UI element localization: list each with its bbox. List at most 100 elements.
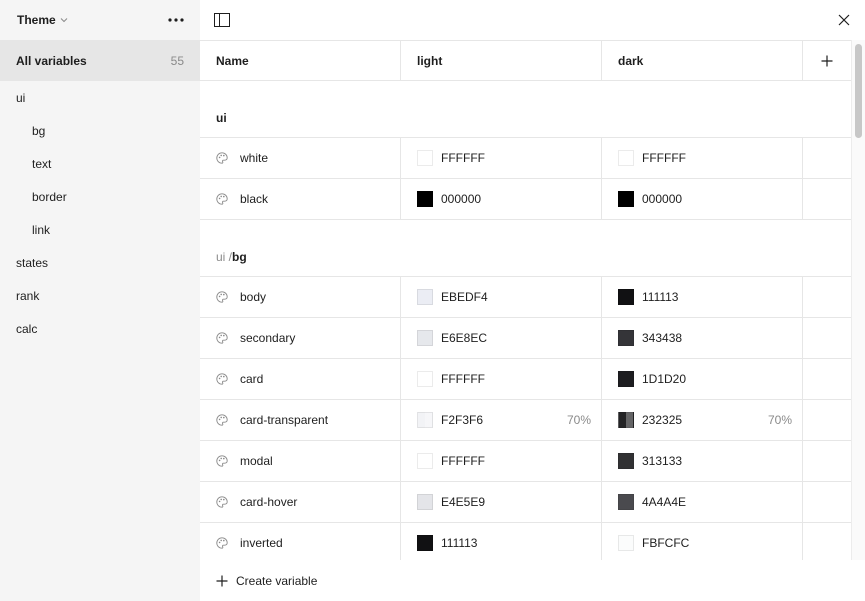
color-swatch[interactable] [618, 191, 634, 207]
create-variable-label: Create variable [236, 573, 318, 588]
color-swatch[interactable] [618, 494, 634, 510]
value-cell-dark[interactable]: 343438 [602, 318, 803, 358]
sidebar-item-calc[interactable]: calc [0, 312, 200, 345]
create-variable-button[interactable]: Create variable [216, 574, 317, 588]
scrollbar[interactable] [851, 40, 865, 560]
sidebar-item-label: rank [16, 288, 40, 303]
column-header-name[interactable]: Name [200, 41, 401, 80]
value-cell-light[interactable]: E4E5E9 [401, 482, 602, 522]
palette-icon [216, 291, 228, 303]
plus-icon [216, 575, 228, 586]
value-cell-dark[interactable]: FBFCFC [602, 523, 803, 560]
column-header-dark[interactable]: dark [602, 41, 803, 80]
table-row[interactable]: inverted 111113 FBFCFC [200, 523, 851, 560]
value-cell-light[interactable]: 000000 [401, 179, 602, 219]
sidebar-item-ui[interactable]: ui [0, 81, 200, 114]
palette-icon [216, 332, 228, 344]
hex-value: 343438 [642, 331, 683, 345]
table-row[interactable]: card-hover E4E5E9 4A4A4E [200, 482, 851, 523]
table-row[interactable]: modal FFFFFF 313133 [200, 441, 851, 482]
value-cell-light[interactable]: E6E8EC [401, 318, 602, 358]
name-cell[interactable]: card [200, 359, 401, 399]
value-cell-light[interactable]: 111113 [401, 523, 602, 560]
sidebar-item-label: states [16, 255, 49, 270]
color-swatch[interactable] [618, 330, 634, 346]
color-swatch[interactable] [417, 453, 433, 469]
sidebar-item-rank[interactable]: rank [0, 279, 200, 312]
value-cell-dark[interactable]: 4A4A4E [602, 482, 803, 522]
value-cell-dark[interactable]: 111113 [602, 277, 803, 317]
empty-cell [803, 277, 851, 317]
name-cell[interactable]: secondary [200, 318, 401, 358]
color-swatch[interactable] [417, 330, 433, 346]
palette-icon [216, 496, 228, 508]
name-cell[interactable]: inverted [200, 523, 401, 560]
scrollbar-thumb[interactable] [855, 44, 862, 138]
sidebar-item-states[interactable]: states [0, 246, 200, 279]
color-swatch[interactable] [417, 535, 433, 551]
table-row[interactable]: card FFFFFF 1D1D20 [200, 359, 851, 400]
hex-value: 313133 [642, 454, 683, 468]
value-cell-dark[interactable]: 1D1D20 [602, 359, 803, 399]
color-swatch[interactable] [618, 535, 634, 551]
color-swatch[interactable] [417, 191, 433, 207]
color-swatch[interactable] [417, 371, 433, 387]
name-cell[interactable]: white [200, 138, 401, 178]
sidebar-item-border[interactable]: border [0, 180, 200, 213]
value-cell-light[interactable]: F2F3F6 70% [401, 400, 602, 440]
table-row[interactable]: card-transparent F2F3F6 70% 232325 70% [200, 400, 851, 441]
table-row[interactable]: black 000000 000000 [200, 179, 851, 220]
name-cell[interactable]: modal [200, 441, 401, 481]
table-row[interactable]: secondary E6E8EC 343438 [200, 318, 851, 359]
palette-icon [216, 193, 228, 205]
color-swatch[interactable] [417, 289, 433, 305]
hex-value: 000000 [642, 192, 683, 206]
color-swatch[interactable] [417, 412, 433, 428]
value-cell-light[interactable]: FFFFFF [401, 138, 602, 178]
color-swatch[interactable] [417, 150, 433, 166]
name-cell[interactable]: card-hover [200, 482, 401, 522]
alpha-value: 70% [566, 413, 591, 427]
palette-icon [216, 373, 228, 385]
variable-name: black [240, 192, 269, 206]
all-variables-label: All variables [16, 53, 87, 68]
color-swatch[interactable] [618, 453, 634, 469]
hex-value: 4A4A4E [642, 495, 687, 509]
table-row[interactable]: body EBEDF4 111113 [200, 277, 851, 318]
variable-name: secondary [240, 331, 296, 345]
name-cell[interactable]: card-transparent [200, 400, 401, 440]
close-button[interactable] [834, 10, 854, 30]
topbar [200, 0, 865, 40]
color-swatch[interactable] [417, 494, 433, 510]
color-swatch[interactable] [618, 289, 634, 305]
more-options-button[interactable] [164, 8, 188, 32]
sidebar-item-text[interactable]: text [0, 147, 200, 180]
palette-icon [216, 537, 228, 549]
value-cell-light[interactable]: FFFFFF [401, 359, 602, 399]
color-swatch[interactable] [618, 150, 634, 166]
column-header-light[interactable]: light [401, 41, 602, 80]
value-cell-dark[interactable]: FFFFFF [602, 138, 803, 178]
color-swatch[interactable] [618, 412, 634, 428]
variable-name: card-transparent [240, 413, 329, 427]
value-cell-dark[interactable]: 313133 [602, 441, 803, 481]
sidebar-item-link[interactable]: link [0, 213, 200, 246]
hex-value: EBEDF4 [441, 290, 488, 304]
name-cell[interactable]: body [200, 277, 401, 317]
value-cell-dark[interactable]: 232325 70% [602, 400, 803, 440]
all-variables-item[interactable]: All variables 55 [0, 40, 200, 81]
hex-value: E6E8EC [441, 331, 488, 345]
variables-table: Name light dark ui white FFFFFF FFFFFF black… [200, 40, 851, 560]
collection-dropdown[interactable]: Theme [17, 13, 68, 27]
sidebar-item-bg[interactable]: bg [0, 114, 200, 147]
empty-cell [803, 359, 851, 399]
color-swatch[interactable] [618, 371, 634, 387]
value-cell-light[interactable]: EBEDF4 [401, 277, 602, 317]
value-cell-light[interactable]: FFFFFF [401, 441, 602, 481]
table-row[interactable]: white FFFFFF FFFFFF [200, 138, 851, 179]
toggle-sidebar-button[interactable] [212, 10, 232, 30]
add-mode-button[interactable] [803, 41, 851, 80]
sidebar-toggle-icon [214, 13, 230, 27]
value-cell-dark[interactable]: 000000 [602, 179, 803, 219]
name-cell[interactable]: black [200, 179, 401, 219]
